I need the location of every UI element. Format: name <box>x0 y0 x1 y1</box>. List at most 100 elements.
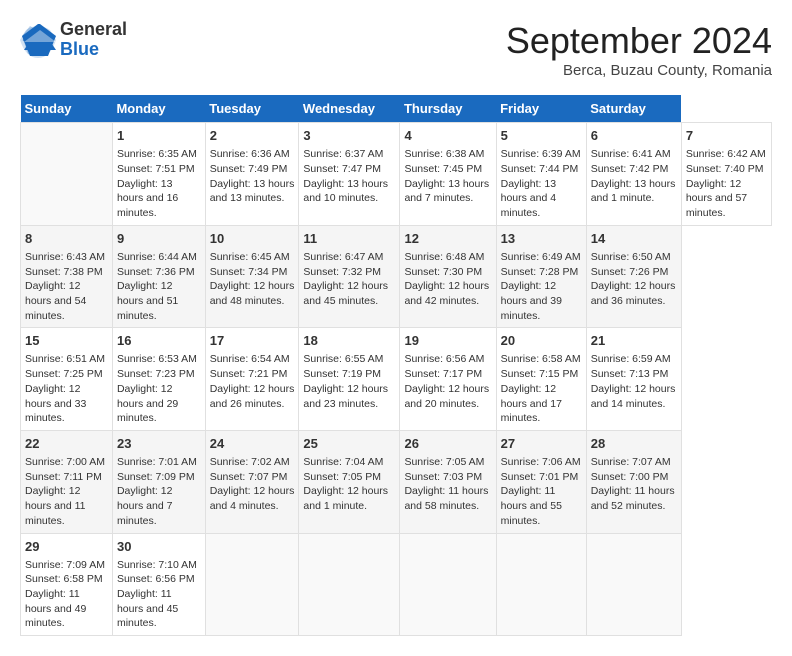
sunset-text: Sunset: 7:19 PM <box>303 368 381 380</box>
sunrise-text: Sunrise: 6:47 AM <box>303 251 383 263</box>
calendar-cell <box>400 533 496 636</box>
daylight-text: Daylight: 12 hours and 7 minutes. <box>117 485 172 526</box>
day-number: 16 <box>117 332 201 350</box>
daylight-text: Daylight: 12 hours and 57 minutes. <box>686 178 747 219</box>
daylight-text: Daylight: 12 hours and 11 minutes. <box>25 485 86 526</box>
sunset-text: Sunset: 7:11 PM <box>25 471 102 483</box>
sunrise-text: Sunrise: 6:53 AM <box>117 353 197 365</box>
sunset-text: Sunset: 7:26 PM <box>591 266 669 278</box>
day-number: 8 <box>25 230 108 248</box>
sunrise-text: Sunrise: 6:58 AM <box>501 353 581 365</box>
day-number: 5 <box>501 127 582 145</box>
col-header-tuesday: Tuesday <box>205 95 299 123</box>
day-number: 23 <box>117 435 201 453</box>
daylight-text: Daylight: 11 hours and 52 minutes. <box>591 485 675 512</box>
calendar-cell: 22 Sunrise: 7:00 AM Sunset: 7:11 PM Dayligh… <box>21 430 113 533</box>
sunrise-text: Sunrise: 6:36 AM <box>210 148 290 160</box>
sunrise-text: Sunrise: 7:10 AM <box>117 559 197 571</box>
day-number: 29 <box>25 538 108 556</box>
sunrise-text: Sunrise: 6:43 AM <box>25 251 105 263</box>
calendar-cell: 12Sunrise: 6:48 AMSunset: 7:30 PMDayligh… <box>400 225 496 328</box>
day-number: 27 <box>501 435 582 453</box>
sunrise-text: Sunrise: 6:44 AM <box>117 251 197 263</box>
sunrise-text: Sunrise: 7:06 AM <box>501 456 581 468</box>
calendar-cell <box>21 123 113 226</box>
sunrise-text: Sunrise: 6:39 AM <box>501 148 581 160</box>
col-header-wednesday: Wednesday <box>299 95 400 123</box>
sunset-text: Sunset: 7:36 PM <box>117 266 195 278</box>
sunset-text: Sunset: 7:51 PM <box>117 163 195 175</box>
sunset-text: Sunset: 7:47 PM <box>303 163 381 175</box>
calendar-cell <box>496 533 586 636</box>
calendar-cell: 3Sunrise: 6:37 AMSunset: 7:47 PMDaylight… <box>299 123 400 226</box>
daylight-text: Daylight: 13 hours and 13 minutes. <box>210 178 295 205</box>
daylight-text: Daylight: 12 hours and 1 minute. <box>303 485 388 512</box>
day-number: 4 <box>404 127 491 145</box>
calendar-cell: 18Sunrise: 6:55 AMSunset: 7:19 PMDayligh… <box>299 328 400 431</box>
title-block: September 2024 Berca, Buzau County, Roma… <box>506 20 772 79</box>
logo-general: General <box>60 20 127 40</box>
sunrise-text: Sunrise: 6:54 AM <box>210 353 290 365</box>
daylight-text: Daylight: 12 hours and 20 minutes. <box>404 383 489 410</box>
col-header-thursday: Thursday <box>400 95 496 123</box>
daylight-text: Daylight: 12 hours and 36 minutes. <box>591 280 676 307</box>
day-number: 1 <box>117 127 201 145</box>
calendar-cell: 20Sunrise: 6:58 AMSunset: 7:15 PMDayligh… <box>496 328 586 431</box>
sunset-text: Sunset: 7:30 PM <box>404 266 482 278</box>
sunset-text: Sunset: 7:05 PM <box>303 471 381 483</box>
daylight-text: Daylight: 12 hours and 26 minutes. <box>210 383 295 410</box>
sunset-text: Sunset: 7:49 PM <box>210 163 288 175</box>
col-header-saturday: Saturday <box>586 95 681 123</box>
day-number: 25 <box>303 435 395 453</box>
sunrise-text: Sunrise: 7:00 AM <box>25 456 105 468</box>
calendar-cell: 11Sunrise: 6:47 AMSunset: 7:32 PMDayligh… <box>299 225 400 328</box>
calendar-cell: 28Sunrise: 7:07 AMSunset: 7:00 PMDayligh… <box>586 430 681 533</box>
page-header: General Blue September 2024 Berca, Buzau… <box>20 20 772 79</box>
calendar-cell: 27Sunrise: 7:06 AMSunset: 7:01 PMDayligh… <box>496 430 586 533</box>
calendar-cell: 7Sunrise: 6:42 AMSunset: 7:40 PMDaylight… <box>681 123 771 226</box>
calendar-cell: 1Sunrise: 6:35 AMSunset: 7:51 PMDaylight… <box>112 123 205 226</box>
calendar-cell: 6Sunrise: 6:41 AMSunset: 7:42 PMDaylight… <box>586 123 681 226</box>
sunset-text: Sunset: 7:00 PM <box>591 471 669 483</box>
day-number: 14 <box>591 230 677 248</box>
day-number: 13 <box>501 230 582 248</box>
sunrise-text: Sunrise: 6:51 AM <box>25 353 105 365</box>
calendar-cell: 25 Sunrise: 7:04 AM Sunset: 7:05 PM Dayligh… <box>299 430 400 533</box>
day-number: 24 <box>210 435 295 453</box>
logo-text: General Blue <box>60 20 127 60</box>
sunset-text: Sunset: 7:44 PM <box>501 163 579 175</box>
daylight-text: Daylight: 12 hours and 54 minutes. <box>25 280 86 321</box>
sunset-text: Sunset: 7:32 PM <box>303 266 381 278</box>
calendar-cell <box>205 533 299 636</box>
calendar-cell <box>586 533 681 636</box>
sunset-text: Sunset: 7:07 PM <box>210 471 288 483</box>
sunset-text: Sunset: 6:56 PM <box>117 573 195 585</box>
daylight-text: Daylight: 12 hours and 48 minutes. <box>210 280 295 307</box>
daylight-text: Daylight: 12 hours and 4 minutes. <box>210 485 295 512</box>
sunrise-text: Sunrise: 7:07 AM <box>591 456 671 468</box>
sunrise-text: Sunrise: 6:56 AM <box>404 353 484 365</box>
logo: General Blue <box>20 20 127 60</box>
day-number: 11 <box>303 230 395 248</box>
sunrise-text: Sunrise: 6:50 AM <box>591 251 671 263</box>
calendar-cell <box>299 533 400 636</box>
calendar-cell: 30Sunrise: 7:10 AMSunset: 6:56 PMDayligh… <box>112 533 205 636</box>
sunset-text: Sunset: 7:09 PM <box>117 471 195 483</box>
daylight-text: Daylight: 13 hours and 1 minute. <box>591 178 676 205</box>
month-title: September 2024 <box>506 20 772 62</box>
sunrise-text: Sunrise: 7:04 AM <box>303 456 383 468</box>
logo-blue: Blue <box>60 40 127 60</box>
col-header-sunday: Sunday <box>21 95 113 123</box>
day-number: 22 <box>25 435 108 453</box>
sunrise-text: Sunrise: 7:09 AM <box>25 559 105 571</box>
sunrise-text: Sunrise: 6:59 AM <box>591 353 671 365</box>
sunset-text: Sunset: 7:03 PM <box>404 471 482 483</box>
calendar-cell: 15Sunrise: 6:51 AMSunset: 7:25 PMDayligh… <box>21 328 113 431</box>
sunset-text: Sunset: 7:01 PM <box>501 471 579 483</box>
calendar-cell: 5Sunrise: 6:39 AMSunset: 7:44 PMDaylight… <box>496 123 586 226</box>
week-row-4: 22 Sunrise: 7:00 AM Sunset: 7:11 PM Dayligh… <box>21 430 772 533</box>
calendar-cell: 23Sunrise: 7:01 AMSunset: 7:09 PMDayligh… <box>112 430 205 533</box>
day-number: 30 <box>117 538 201 556</box>
day-number: 21 <box>591 332 677 350</box>
daylight-text: Daylight: 12 hours and 42 minutes. <box>404 280 489 307</box>
